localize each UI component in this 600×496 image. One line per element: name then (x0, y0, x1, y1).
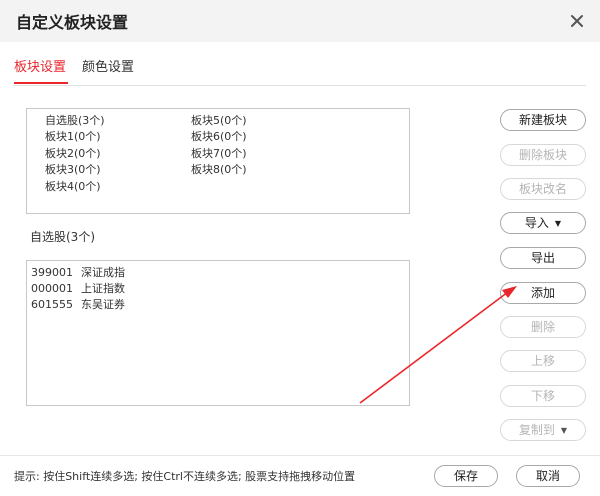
tab-bar: 板块设置 颜色设置 (0, 42, 600, 88)
active-tab-indicator (14, 82, 68, 84)
dialog-title: 自定义板块设置 (16, 13, 129, 32)
block-list-item[interactable]: 板块6(0个) (191, 128, 247, 144)
stock-name: 深证成指 (81, 266, 125, 279)
new-block-button[interactable]: 新建板块 (500, 109, 586, 131)
block-list-item[interactable]: 板块2(0个) (45, 145, 101, 161)
stock-row[interactable]: 000001 上证指数 (31, 280, 125, 296)
caret-down-icon: ▼ (560, 426, 568, 435)
copy-to-label: 复制到 (518, 423, 555, 437)
block-list-item[interactable]: 自选股(3个) (45, 112, 105, 128)
tab-block-settings[interactable]: 板块设置 (14, 56, 66, 75)
stock-row[interactable]: 399001 深证成指 (31, 264, 125, 280)
block-list-item[interactable]: 板块4(0个) (45, 178, 101, 194)
export-button[interactable]: 导出 (500, 247, 586, 269)
block-list-item[interactable]: 板块5(0个) (191, 112, 247, 128)
stock-code: 601555 (31, 298, 73, 311)
import-dropdown-button[interactable]: 导入 ▼ (500, 212, 586, 234)
save-button[interactable]: 保存 (434, 465, 498, 487)
tab-divider (14, 85, 586, 86)
import-label: 导入 (524, 216, 549, 230)
stock-code: 000001 (31, 282, 73, 295)
block-list-item[interactable]: 板块3(0个) (45, 161, 101, 177)
caret-down-icon: ▼ (554, 219, 562, 228)
rename-block-button[interactable]: 板块改名 (500, 178, 586, 200)
title-bar: 自定义板块设置 (0, 0, 600, 42)
copy-to-dropdown-button[interactable]: 复制到 ▼ (500, 419, 586, 441)
selected-block-label: 自选股(3个) (30, 230, 95, 244)
delete-block-button[interactable]: 删除板块 (500, 144, 586, 166)
block-list-item[interactable]: 板块7(0个) (191, 145, 247, 161)
delete-button[interactable]: 删除 (500, 316, 586, 338)
custom-block-settings-dialog: 自定义板块设置 板块设置 颜色设置 自选股(3个) 板块1(0个) 板块2(0个… (0, 0, 600, 496)
cancel-button[interactable]: 取消 (516, 465, 580, 487)
block-list-item[interactable]: 板块8(0个) (191, 161, 247, 177)
stock-row[interactable]: 601555 东吴证券 (31, 296, 125, 312)
stock-name: 上证指数 (81, 282, 125, 295)
block-list-item[interactable]: 板块1(0个) (45, 128, 101, 144)
hint-text: 提示: 按住Shift连续多选; 按住Ctrl不连续多选; 股票支持拖拽移动位置 (14, 470, 356, 483)
footer-divider (0, 455, 600, 456)
add-button[interactable]: 添加 (500, 282, 586, 304)
stock-code: 399001 (31, 266, 73, 279)
move-down-button[interactable]: 下移 (500, 385, 586, 407)
close-icon[interactable] (568, 12, 586, 30)
move-up-button[interactable]: 上移 (500, 350, 586, 372)
tab-color-settings[interactable]: 颜色设置 (82, 56, 134, 75)
stock-name: 东吴证券 (81, 298, 125, 311)
stock-list[interactable]: 399001 深证成指 000001 上证指数 601555 东吴证券 (26, 260, 410, 406)
block-list[interactable]: 自选股(3个) 板块1(0个) 板块2(0个) 板块3(0个) 板块4(0个) … (26, 108, 410, 214)
